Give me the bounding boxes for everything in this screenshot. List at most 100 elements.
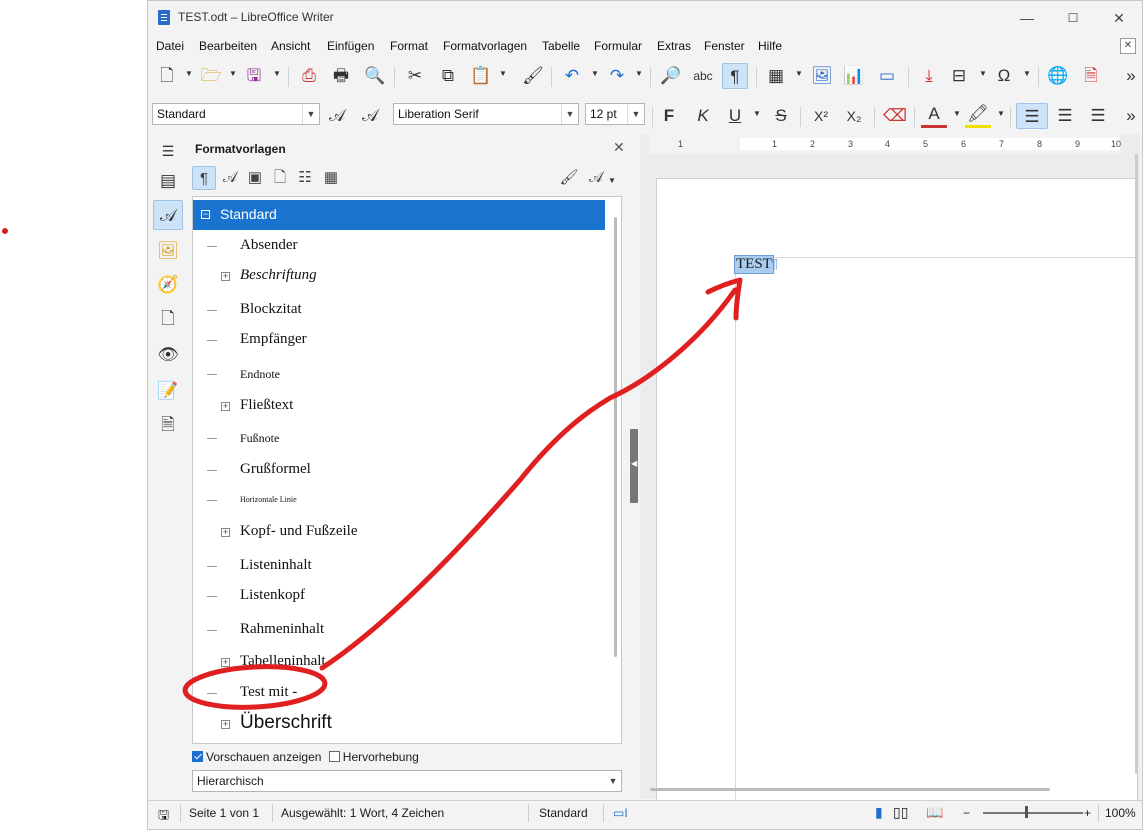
character-styles-icon[interactable]: 𝒜 [218,166,242,190]
style-item-tabelleninhalt[interactable]: + Tabelleninhalt [193,647,605,677]
special-char-dropdown-icon[interactable]: ▼ [1023,69,1031,78]
font-color-dropdown-icon[interactable]: ▼ [953,109,961,118]
menu-einfuegen[interactable]: Einfügen [327,39,374,53]
style-actions-dropdown-icon[interactable]: ▼ [608,176,616,185]
close-button[interactable]: ✕ [1104,7,1134,29]
style-item-fliesstext[interactable]: + Fließtext [193,391,605,421]
align-right-icon[interactable]: ☰ [1085,103,1111,129]
multi-page-view-icon[interactable]: ▯▯ [893,804,908,821]
find-replace-icon[interactable]: 🔎 [658,63,684,89]
expand-icon[interactable]: + [221,658,230,667]
sidebar-collapse-handle[interactable]: ◀ [630,429,638,503]
insert-textbox-icon[interactable]: ▭ [874,63,900,89]
table-styles-icon[interactable]: ▦ [319,166,343,190]
book-view-icon[interactable]: 📖 [926,804,943,821]
zoom-out-button[interactable]: − [963,806,970,820]
page-styles-icon[interactable]: 🗋 [268,166,292,190]
zoom-in-button[interactable]: + [1084,806,1091,820]
minimize-button[interactable]: — [1012,7,1042,29]
style-item-rahmeninhalt[interactable]: Rahmeninhalt [193,615,605,645]
hyperlink-icon[interactable]: 🌐 [1045,63,1071,89]
save-icon[interactable]: 🖫 [241,63,267,89]
style-item-fussnote[interactable]: Fußnote [193,423,605,453]
selection-mode-icon[interactable]: ▭I [613,806,628,820]
zoom-slider-thumb[interactable] [1025,806,1028,818]
gallery-icon[interactable]: 🖼 [153,236,183,266]
design-icon[interactable]: 🗎 [153,410,183,440]
zoom-slider[interactable] [983,812,1083,814]
style-inspector-icon[interactable]: 👁 [153,340,183,370]
style-item-listenkopf[interactable]: Listenkopf [193,581,605,611]
style-item-listeninhalt[interactable]: Listeninhalt [193,551,605,581]
collapse-icon[interactable]: − [201,210,210,219]
toolbar-more-icon[interactable]: » [1118,63,1142,89]
copy-icon[interactable]: ⧉ [435,63,461,89]
document-page[interactable]: TEST ¶ [656,178,1138,820]
highlight-dropdown-icon[interactable]: ▼ [997,109,1005,118]
insert-table-icon[interactable]: ▦ [763,63,789,89]
style-item-test-mit[interactable]: Test mit - [193,678,605,708]
sidebar-menu-icon[interactable]: ☰ [153,136,183,166]
open-folder-icon[interactable]: 🗁 [198,63,224,89]
styles-deck-icon[interactable]: 𝒜 [153,200,183,230]
font-size-select[interactable]: 12 pt ▼ [585,103,645,125]
italic-button[interactable]: K [690,103,716,129]
style-item-blockzitat[interactable]: Blockzitat [193,295,605,325]
style-item-horizontale-linie[interactable]: Horizontale Linie [193,485,605,515]
field-dropdown-icon[interactable]: ▼ [979,69,987,78]
print-icon[interactable]: 🖶 [328,63,354,89]
close-document-button[interactable]: ✕ [1120,38,1136,54]
table-dropdown-icon[interactable]: ▼ [795,69,803,78]
special-character-icon[interactable]: Ω [991,63,1017,89]
redo-dropdown-icon[interactable]: ▼ [635,69,643,78]
menu-extras[interactable]: Extras [657,39,691,53]
font-color-button[interactable]: A [921,103,947,128]
page-break-icon[interactable]: ⤓ [916,63,942,89]
insert-chart-icon[interactable]: 📊 [841,63,867,89]
expand-icon[interactable]: + [221,720,230,729]
formatting-more-icon[interactable]: » [1118,103,1142,129]
menu-fenster[interactable]: Fenster [704,39,745,53]
single-page-view-icon[interactable]: ▮ [875,804,883,821]
export-pdf-icon[interactable]: ⎙ [296,63,322,89]
style-item-endnote[interactable]: Endnote [193,359,605,389]
menu-datei[interactable]: Datei [156,39,184,53]
new-style-icon[interactable]: 𝒜 [357,103,383,129]
update-style-icon[interactable]: 𝒜 [324,103,350,129]
highlight-checkbox[interactable] [328,751,340,762]
style-item-standard[interactable]: − Standard [193,200,605,230]
style-item-kopf-und-fusszeile[interactable]: + Kopf- und Fußzeile [193,517,605,547]
strikethrough-button[interactable]: S [768,103,794,129]
undo-dropdown-icon[interactable]: ▼ [591,69,599,78]
underline-dropdown-icon[interactable]: ▼ [753,109,761,118]
document-horizontal-scrollbar[interactable] [640,784,1140,794]
properties-icon[interactable]: ▤ [153,166,183,196]
bold-button[interactable]: F [656,103,682,129]
menu-formular[interactable]: Formular [594,39,642,53]
maximize-button[interactable]: ☐ [1058,7,1088,29]
document-text-selected[interactable]: TEST [734,255,774,274]
frame-styles-icon[interactable]: ▣ [243,166,267,190]
menu-bearbeiten[interactable]: Bearbeiten [199,39,257,53]
style-item-absender[interactable]: Absender [193,231,605,261]
page-deck-icon[interactable]: 🗋 [153,304,183,334]
open-dropdown-icon[interactable]: ▼ [229,69,237,78]
style-item-beschriftung[interactable]: + Beschriftung [193,261,605,291]
page-style[interactable]: Standard [539,806,588,820]
style-item-empfaenger[interactable]: Empfänger [193,325,605,355]
horizontal-ruler[interactable]: 1 1 2 3 4 5 6 7 8 9 10 [650,134,1121,154]
style-item-grussformel[interactable]: Grußformel [193,455,605,485]
footnote-icon[interactable]: 🗎 [1078,63,1104,89]
insert-image-icon[interactable]: 🖼 [809,63,835,89]
fill-format-mode-icon[interactable]: 🖌 [557,166,581,190]
menu-formatvorlagen[interactable]: Formatvorlagen [443,39,527,53]
style-item-ueberschrift[interactable]: + Überschrift [193,709,605,739]
spelling-icon[interactable]: abc [690,63,716,89]
show-previews-checkbox[interactable] [192,751,203,762]
document-vertical-scrollbar[interactable] [1135,154,1138,774]
paragraph-styles-icon[interactable]: ¶ [192,166,216,190]
paste-dropdown-icon[interactable]: ▼ [499,69,507,78]
underline-button[interactable]: U [722,103,748,129]
paste-icon[interactable]: 📋 [468,63,494,89]
align-center-icon[interactable]: ☰ [1052,103,1078,129]
